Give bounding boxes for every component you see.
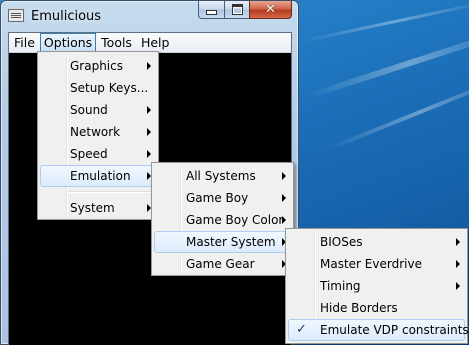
menu-item-label: Hide Borders <box>320 301 398 315</box>
menu-item-label: BIOSes <box>320 235 363 249</box>
minimize-button[interactable] <box>198 1 224 19</box>
master-system-submenu: BIOSes Master Everdrive Timing Hide Bord… <box>285 228 469 344</box>
menu-item-system[interactable]: System <box>40 197 156 219</box>
submenu-arrow-icon <box>282 216 286 224</box>
menu-item-label: System <box>70 201 115 215</box>
options-menu: Graphics Setup Keys... Sound Network Spe… <box>37 51 159 220</box>
menu-options[interactable]: Options <box>39 33 97 52</box>
caption-buttons: ✕ <box>198 1 292 20</box>
submenu-arrow-icon <box>147 106 151 114</box>
menu-item-game-gear[interactable]: Game Gear <box>154 253 291 275</box>
submenu-arrow-icon <box>456 282 460 290</box>
menu-item-label: Setup Keys... <box>70 81 149 95</box>
menu-help[interactable]: Help <box>137 33 174 52</box>
submenu-arrow-icon <box>147 128 151 136</box>
menu-item-label: Game Gear <box>186 257 255 271</box>
checkmark-icon: ✓ <box>296 322 307 337</box>
menu-item-graphics[interactable]: Graphics <box>40 55 156 77</box>
menu-item-label: All Systems <box>186 169 256 183</box>
menu-item-label: Master Everdrive <box>320 257 422 271</box>
menu-bar: File Options Tools Help <box>9 33 291 53</box>
menu-file[interactable]: File <box>10 33 39 52</box>
menu-item-label: Master System <box>186 235 276 249</box>
menu-item-label: Emulation <box>70 169 131 183</box>
minimize-icon <box>206 10 217 15</box>
menu-item-master-system[interactable]: Master System <box>154 231 291 253</box>
close-button[interactable]: ✕ <box>249 1 292 19</box>
menu-item-all-systems[interactable]: All Systems <box>154 165 291 187</box>
submenu-arrow-icon <box>456 260 460 268</box>
desktop-streak <box>326 72 469 152</box>
close-icon: ✕ <box>265 2 276 17</box>
menu-item-label: Game Boy Color <box>186 213 284 227</box>
maximize-icon <box>231 4 243 15</box>
menu-item-master-everdrive[interactable]: Master Everdrive <box>288 253 465 275</box>
menu-item-speed[interactable]: Speed <box>40 143 156 165</box>
submenu-arrow-icon <box>456 238 460 246</box>
menu-item-hide-borders[interactable]: Hide Borders <box>288 297 465 319</box>
menu-item-setup-keys[interactable]: Setup Keys... <box>40 77 156 99</box>
menu-item-label: Emulate VDP constraints <box>320 323 469 337</box>
menu-item-emulate-vdp-constraints[interactable]: ✓ Emulate VDP constraints <box>288 319 469 341</box>
menu-item-game-boy[interactable]: Game Boy <box>154 187 291 209</box>
menu-item-label: Timing <box>320 279 361 293</box>
emulation-submenu: All Systems Game Boy Game Boy Color Mast… <box>151 162 294 276</box>
window-title: Emulicious <box>31 9 102 24</box>
desktop-streak <box>301 0 469 43</box>
title-bar[interactable]: Emulicious ✕ <box>1 1 298 31</box>
submenu-arrow-icon <box>147 150 151 158</box>
menu-item-network[interactable]: Network <box>40 121 156 143</box>
maximize-button[interactable] <box>224 1 249 19</box>
app-icon[interactable] <box>8 9 24 22</box>
menu-item-label: Speed <box>70 147 108 161</box>
menu-item-label: Game Boy <box>186 191 249 205</box>
menu-item-label: Sound <box>70 103 108 117</box>
submenu-arrow-icon <box>282 194 286 202</box>
desktop-streak <box>304 26 469 100</box>
menu-item-bioses[interactable]: BIOSes <box>288 231 465 253</box>
menu-item-label: Graphics <box>70 59 123 73</box>
menu-item-sound[interactable]: Sound <box>40 99 156 121</box>
menu-item-timing[interactable]: Timing <box>288 275 465 297</box>
submenu-arrow-icon <box>282 172 286 180</box>
menu-tools[interactable]: Tools <box>97 33 136 52</box>
menu-item-game-boy-color[interactable]: Game Boy Color <box>154 209 291 231</box>
menu-separator <box>68 191 156 193</box>
submenu-arrow-icon <box>147 62 151 70</box>
menu-item-emulation[interactable]: Emulation <box>40 165 156 187</box>
menu-item-label: Network <box>70 125 121 139</box>
